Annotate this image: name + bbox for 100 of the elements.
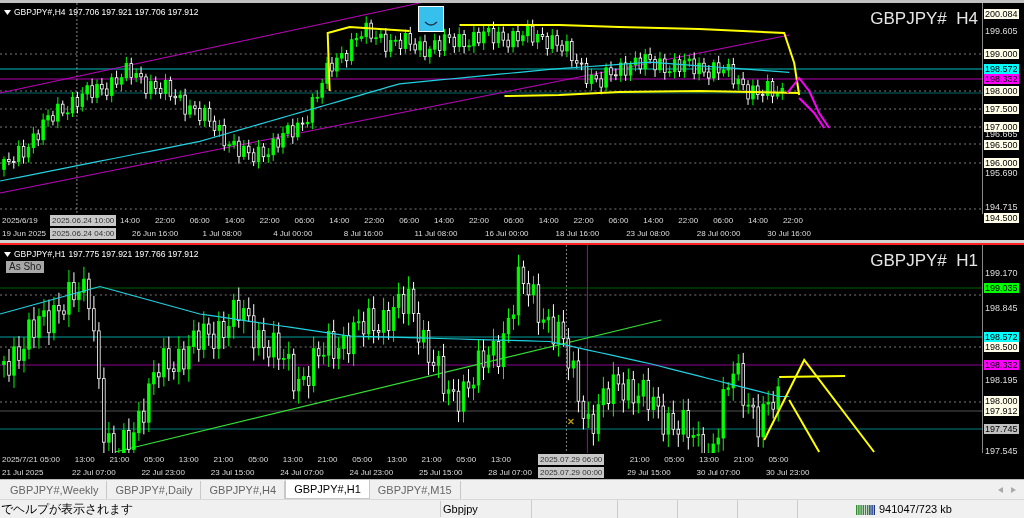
- price-label: 197.912: [984, 406, 1019, 416]
- time-label: 28 Jul 00:00: [696, 229, 741, 238]
- time-label: 21:00: [733, 455, 754, 464]
- time-label: 14:00: [538, 216, 559, 225]
- time-label: 24 Jul 23:00: [349, 468, 394, 477]
- price-label: 197.500: [984, 104, 1019, 114]
- time-label: 28 Jul 07:00: [488, 468, 532, 477]
- time-label: 05:00: [352, 455, 373, 464]
- crosshair-time-label: 2025.07.29 06:00: [538, 454, 605, 465]
- time-label: 21:00: [317, 455, 338, 464]
- time-label: 06:00: [608, 216, 629, 225]
- time-label: 06:00: [294, 216, 315, 225]
- chart-symbol: GBPJPY#,H1: [14, 249, 66, 259]
- status-traffic: 941047/723 kb: [879, 501, 952, 517]
- chart-quote: 197.706 197.921 197.706 197.912: [68, 7, 199, 17]
- time-label: 21:00: [213, 455, 234, 464]
- time-label: 30 Jul 16:00: [767, 229, 811, 238]
- price-label: 198.500: [984, 342, 1019, 352]
- time-label: 13:00: [74, 455, 95, 464]
- time-label: 29 Jul 15:00: [627, 468, 671, 477]
- time-label: 14:00: [224, 216, 245, 225]
- cup-icon[interactable]: [418, 6, 444, 32]
- time-label: 22:00: [573, 216, 594, 225]
- price-label: 198.195: [984, 375, 1019, 385]
- crosshair-time-label: 2025.06.24 10:00: [50, 215, 117, 226]
- time-label: 2025/6/19: [2, 216, 38, 225]
- price-label: 195.690: [984, 168, 1019, 178]
- as-shown-button[interactable]: As Sho: [6, 261, 45, 273]
- time-label: 30 Jul 07:00: [696, 468, 741, 477]
- price-label: 200.084: [984, 9, 1019, 19]
- chart-tab[interactable]: GBPJPY#,M15: [369, 481, 461, 499]
- time-label: 25 Jul 15:00: [418, 468, 463, 477]
- time-label: 14:00: [329, 216, 350, 225]
- price-label: 194.500: [984, 213, 1019, 223]
- time-label: 06:00: [713, 216, 734, 225]
- chart-title: GBPJPY# H1: [870, 251, 978, 271]
- time-label: 21:00: [629, 455, 650, 464]
- time-label: 16 Jul 00:00: [484, 229, 529, 238]
- time-label: 13:00: [699, 455, 720, 464]
- time-label: 21 Jul 2025: [2, 468, 44, 477]
- dropdown-triangle-icon[interactable]: [4, 9, 11, 15]
- time-label: 13:00: [386, 455, 407, 464]
- crosshair-time-label: 2025.06.24 04:00: [50, 228, 117, 239]
- time-label: 2025/7/21: [2, 455, 38, 464]
- time-label: 11 Jul 08:00: [414, 229, 458, 238]
- time-label: 30 Jul 23:00: [765, 468, 810, 477]
- traffic-bars-icon: [856, 503, 876, 515]
- time-label: 13:00: [282, 455, 303, 464]
- time-label: 14:00: [748, 216, 769, 225]
- time-label: 22:00: [259, 216, 280, 225]
- price-label: 196.000: [984, 158, 1019, 168]
- chart-title: GBPJPY# H4: [870, 9, 978, 29]
- time-label: 06:00: [399, 216, 420, 225]
- chart-tab[interactable]: GBPJPY#,H1: [285, 480, 370, 499]
- dropdown-triangle-icon[interactable]: [4, 251, 11, 257]
- time-label: 22:00: [364, 216, 385, 225]
- price-label: 198.332: [984, 74, 1019, 84]
- time-label: 22:00: [782, 216, 803, 225]
- time-label: 06:00: [503, 216, 524, 225]
- time-label: 05:00: [456, 455, 477, 464]
- time-label: 22:00: [468, 216, 489, 225]
- price-label: 194.715: [984, 202, 1019, 212]
- time-label: 21:00: [109, 455, 130, 464]
- time-label: 13:00: [490, 455, 511, 464]
- time-label: 22 Jul 23:00: [141, 468, 185, 477]
- price-label: 197.545: [984, 446, 1019, 456]
- time-label: 22:00: [154, 216, 175, 225]
- time-label: 18 Jul 16:00: [555, 229, 600, 238]
- time-label: 14:00: [643, 216, 664, 225]
- time-label: 19 Jun 2025: [2, 229, 47, 238]
- time-label: 05:00: [664, 455, 685, 464]
- price-label: 198.000: [984, 86, 1019, 96]
- status-help-text: でヘルプが表示されます: [0, 501, 134, 518]
- price-label: 199.035: [984, 283, 1019, 293]
- time-label: 22:00: [678, 216, 699, 225]
- price-label: 196.500: [984, 140, 1019, 150]
- time-label: 05:00: [40, 455, 61, 464]
- price-label: 198.332: [984, 360, 1019, 370]
- time-label: 05:00: [768, 455, 789, 464]
- time-label: 05:00: [248, 455, 269, 464]
- time-label: 8 Jul 16:00: [343, 229, 383, 238]
- time-label: 22 Jul 07:00: [72, 468, 116, 477]
- time-label: 21:00: [421, 455, 442, 464]
- time-label: 06:00: [189, 216, 210, 225]
- cross-mark-icon: [567, 418, 574, 425]
- price-label: 198.572: [984, 332, 1019, 342]
- time-label: 23 Jul 15:00: [210, 468, 255, 477]
- chart-tab[interactable]: GBPJPY#,Weekly: [2, 481, 108, 499]
- chart-quote: 197.775 197.921 197.766 197.912: [68, 249, 199, 259]
- time-label: 24 Jul 07:00: [280, 468, 324, 477]
- price-label: 198.572: [984, 64, 1019, 74]
- time-label: 13:00: [178, 455, 199, 464]
- time-label: 26 Jun 16:00: [132, 229, 179, 238]
- price-label: 199.000: [984, 49, 1019, 59]
- time-label: 4 Jul 00:00: [273, 229, 313, 238]
- time-label: 14:00: [120, 216, 141, 225]
- price-label: 199.605: [984, 26, 1019, 36]
- price-label: 198.000: [984, 396, 1019, 406]
- chart-tab[interactable]: GBPJPY#,Daily: [107, 481, 202, 499]
- time-label: 23 Jul 08:00: [626, 229, 670, 238]
